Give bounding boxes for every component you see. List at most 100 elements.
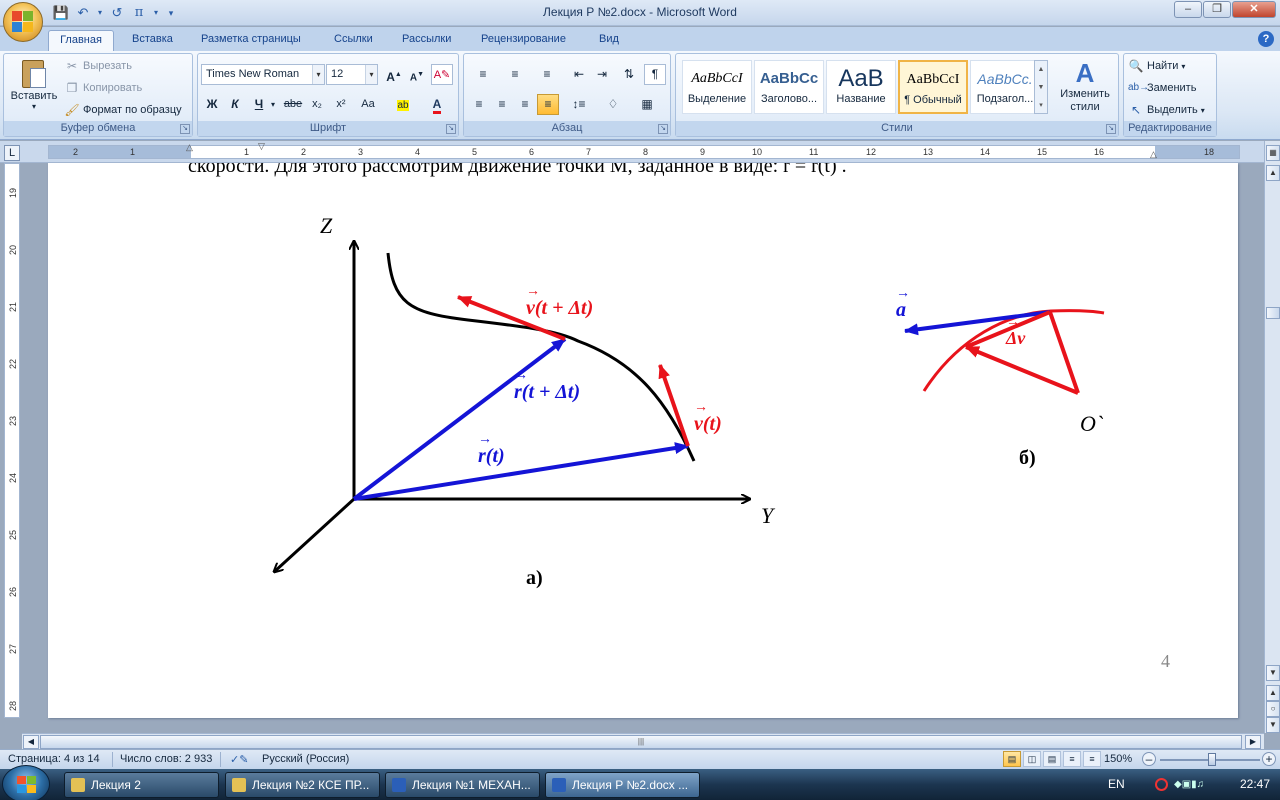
style-heading[interactable]: AaBbCc Заголово... [754, 60, 824, 114]
shading-button[interactable]: ♢ [598, 94, 628, 115]
show-marks-button[interactable]: ¶ [644, 64, 666, 85]
font-color-button[interactable]: A [422, 94, 452, 115]
borders-button[interactable]: ▦ [632, 94, 662, 115]
cut-button[interactable]: ✂ Вырезать [64, 56, 132, 76]
taskbar-item[interactable]: Лекция 2 [64, 772, 219, 798]
vertical-scrollbar[interactable]: ▦ ▲ ▼ ▲ ○ ▼ [1264, 141, 1280, 733]
italic-button[interactable]: К [224, 94, 246, 115]
clock[interactable]: 22:47 [1240, 769, 1270, 800]
word-count[interactable]: Число слов: 2 933 [120, 753, 212, 765]
horizontal-scrollbar[interactable]: ◀ ||| ▶ [22, 733, 1264, 749]
superscript-button[interactable]: x² [330, 94, 352, 115]
previous-page-icon[interactable]: ▲ [1266, 685, 1280, 701]
tab-view[interactable]: Вид [597, 30, 621, 51]
paragraph-launcher-icon[interactable]: ↘ [658, 124, 668, 134]
scroll-right-icon[interactable]: ▶ [1245, 735, 1261, 749]
multilevel-list-button[interactable]: ≡ [532, 64, 562, 85]
taskbar-item[interactable]: Лекция №2 КСЕ ПР... [225, 772, 380, 798]
left-indent-marker[interactable]: △ [186, 142, 193, 153]
help-icon[interactable]: ? [1258, 31, 1274, 47]
restore-button[interactable]: ❐ [1203, 1, 1231, 18]
style-emphasis[interactable]: AaBbCcI Выделение [682, 60, 752, 114]
clear-formatting-button[interactable]: A✎ [431, 64, 453, 85]
tray-icons[interactable]: ◆▣▮♫ [1174, 769, 1204, 800]
spellcheck-icon[interactable]: ✓✎ [230, 753, 248, 766]
justify-button[interactable]: ≡ [537, 94, 559, 115]
style-normal[interactable]: AaBbCcI ¶ Обычный [898, 60, 968, 114]
format-painter-button[interactable]: 🖌 Формат по образцу [64, 100, 181, 120]
zoom-out-icon[interactable]: – [1142, 752, 1156, 766]
underline-button[interactable]: Ч [248, 94, 270, 115]
style-preview: AaBbCc [759, 70, 819, 87]
select-button[interactable]: ↖ Выделить ▾ [1128, 100, 1205, 120]
align-right-button[interactable]: ≡ [514, 94, 536, 115]
font-size-select[interactable]: 12 ▾ [326, 64, 378, 85]
change-case-button[interactable]: Aa [354, 94, 382, 115]
clipboard-launcher-icon[interactable]: ↘ [180, 124, 190, 134]
styles-launcher-icon[interactable]: ↘ [1106, 124, 1116, 134]
start-button[interactable] [2, 765, 50, 800]
ruler-strip[interactable]: △ ▽ △ 2 1 1 2 3 4 5 6 7 8 9 10 11 12 13 … [48, 141, 1240, 160]
taskbar-item-active[interactable]: Лекция Р №2.docx ... [545, 772, 700, 798]
align-center-button[interactable]: ≡ [491, 94, 513, 115]
horizontal-scroll-thumb[interactable]: ||| [40, 735, 1242, 749]
full-screen-reading-icon[interactable]: ◫ [1023, 751, 1041, 767]
language-indicator[interactable]: Русский (Россия) [262, 753, 349, 765]
tab-home[interactable]: Главная [48, 30, 114, 51]
tab-review[interactable]: Рецензирование [479, 30, 568, 51]
font-family-select[interactable]: Times New Roman ▾ [201, 64, 325, 85]
bold-button[interactable]: Ж [201, 94, 223, 115]
language-tray[interactable]: EN [1108, 769, 1125, 800]
replace-button[interactable]: ab→ Заменить [1128, 78, 1196, 98]
align-left-button[interactable]: ≡ [468, 94, 490, 115]
print-layout-icon[interactable]: ▤ [1003, 751, 1021, 767]
scroll-down-icon[interactable]: ▼ [1266, 665, 1280, 681]
next-page-icon[interactable]: ▼ [1266, 717, 1280, 733]
shrink-font-button[interactable]: A▼ [406, 64, 428, 85]
first-line-indent-marker[interactable]: ▽ [258, 141, 265, 152]
style-title[interactable]: AaB Название [826, 60, 896, 114]
grow-font-button[interactable]: A▲ [383, 64, 405, 85]
styles-gallery-scroll[interactable]: ▲ ▼ ▾ [1034, 60, 1048, 114]
tray-app-icon[interactable] [1155, 769, 1169, 800]
outline-icon[interactable]: ≡ [1063, 751, 1081, 767]
right-indent-marker[interactable]: △ [1150, 149, 1157, 160]
scroll-left-icon[interactable]: ◀ [23, 735, 39, 749]
tab-page-layout[interactable]: Разметка страницы [199, 30, 303, 51]
paste-button[interactable]: Вставить ▾ [8, 58, 60, 111]
bullets-button[interactable]: ≡ [468, 64, 498, 85]
web-layout-icon[interactable]: ▤ [1043, 751, 1061, 767]
highlight-button[interactable]: ab [388, 94, 418, 115]
zoom-in-icon[interactable]: + [1262, 752, 1276, 766]
copy-button[interactable]: ❐ Копировать [64, 78, 143, 98]
office-button[interactable] [3, 2, 43, 42]
find-button[interactable]: 🔍 Найти ▾ [1128, 56, 1186, 76]
document-page[interactable]: скорости. Для этого рассмотрим движение … [48, 163, 1238, 718]
numbering-button[interactable]: ≡ [500, 64, 530, 85]
zoom-slider-thumb[interactable] [1208, 753, 1216, 766]
subscript-button[interactable]: x₂ [306, 94, 328, 115]
tab-selector[interactable]: L [4, 145, 20, 161]
page-counter[interactable]: Страница: 4 из 14 [8, 753, 100, 765]
ruler-toggle-icon[interactable]: ▦ [1266, 145, 1280, 161]
decrease-indent-button[interactable]: ⇤ [568, 64, 590, 85]
change-styles-button[interactable]: A Изменить стили [1054, 58, 1116, 114]
taskbar-item[interactable]: Лекция №1 МЕХАН... [385, 772, 540, 798]
underline-dropdown-icon[interactable]: ▾ [268, 94, 278, 115]
browse-object-icon[interactable]: ○ [1266, 701, 1280, 717]
style-subtitle[interactable]: AaBbCc. Подзагол... [970, 60, 1040, 114]
close-button[interactable]: ✕ [1232, 1, 1276, 18]
minimize-button[interactable]: – [1174, 1, 1202, 18]
strikethrough-button[interactable]: abe [282, 94, 304, 115]
sort-button[interactable]: ⇅ [618, 64, 640, 85]
font-launcher-icon[interactable]: ↘ [446, 124, 456, 134]
increase-indent-button[interactable]: ⇥ [591, 64, 613, 85]
zoom-level[interactable]: 150% [1104, 753, 1132, 765]
scroll-up-icon[interactable]: ▲ [1266, 165, 1280, 181]
tab-references[interactable]: Ссылки [332, 30, 375, 51]
vertical-scroll-thumb[interactable] [1266, 307, 1280, 319]
draft-icon[interactable]: ≡ [1083, 751, 1101, 767]
line-spacing-button[interactable]: ↕≡ [564, 94, 594, 115]
tab-mailings[interactable]: Рассылки [400, 30, 453, 51]
tab-insert[interactable]: Вставка [130, 30, 175, 51]
